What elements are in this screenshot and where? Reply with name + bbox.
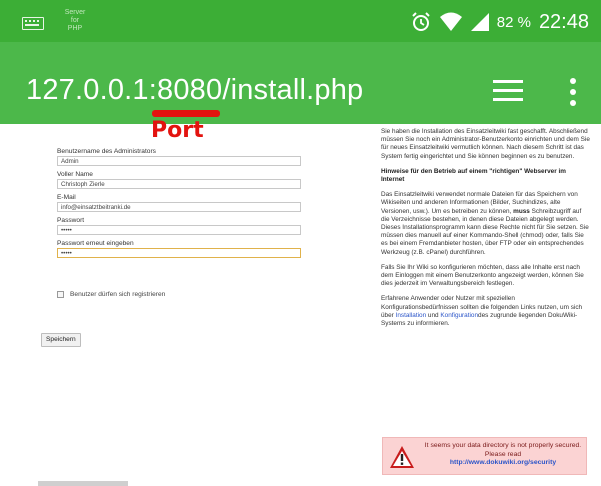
password-repeat-input[interactable]: •••••	[57, 248, 301, 258]
keyboard-icon	[22, 17, 44, 30]
port-underline-annotation	[152, 110, 220, 117]
admin-username-input[interactable]: Admin	[57, 156, 301, 166]
admin-account-form: Benutzername des Administrators Admin Vo…	[57, 148, 301, 263]
battery-percentage: 82 %	[496, 13, 531, 31]
full-name-label: Voller Name	[57, 171, 93, 178]
signal-icon	[470, 13, 489, 31]
save-button[interactable]: Speichern	[41, 333, 81, 347]
email-label: E-Mail	[57, 194, 76, 201]
permissions-paragraph: Das Einsatzleitwiki verwendet normale Da…	[381, 191, 589, 256]
allow-registration-label: Benutzer dürfen sich registrieren	[70, 291, 166, 298]
configuration-link[interactable]: Konfiguration	[440, 312, 478, 319]
webserver-heading: Hinweise für den Betrieb auf einem "rich…	[381, 167, 566, 184]
status-bar: Server for PHP 82 % 22:48	[0, 0, 601, 42]
url-field[interactable]: 127.0.0.1:8080/install.php	[26, 74, 363, 107]
security-warning-box: It seems your data directory is not prop…	[382, 437, 587, 475]
intro-text: Sie haben die Installation des Einsatzle…	[381, 128, 590, 160]
login-paragraph: Falls Sie Ihr Wiki so konfigurieren möch…	[381, 263, 584, 288]
wifi-icon	[439, 12, 462, 31]
allow-registration-checkbox[interactable]	[57, 291, 64, 298]
cut-off-content	[38, 481, 128, 486]
email-input[interactable]: info@einsatztbeitranki.de	[57, 202, 301, 212]
clock: 22:48	[538, 10, 589, 33]
advanced-paragraph: Erfahrene Anwender oder Nutzer mit spezi…	[381, 295, 583, 328]
install-info-sidebar: Sie haben die Installation des Einsatzle…	[381, 128, 590, 335]
notification-server-for-php: Server for PHP	[64, 9, 86, 32]
security-link[interactable]: http://www.dokuwiki.org/security	[423, 459, 583, 468]
overflow-menu-icon[interactable]	[570, 78, 576, 106]
warning-icon	[390, 446, 414, 468]
password-label: Passwort	[57, 217, 85, 224]
warning-text: It seems your data directory is not prop…	[424, 442, 582, 458]
port-annotation-label: Port	[151, 118, 204, 143]
full-name-input[interactable]: Christoph Zierle	[57, 179, 301, 189]
installation-link[interactable]: Installation	[396, 312, 427, 319]
hamburger-menu-icon[interactable]	[493, 80, 523, 102]
admin-username-label: Benutzername des Administrators	[57, 148, 156, 155]
password-input[interactable]: •••••	[57, 225, 301, 235]
password-repeat-label: Passwort erneut eingeben	[57, 240, 134, 247]
allow-registration-row[interactable]: Benutzer dürfen sich registrieren	[57, 291, 165, 298]
alarm-icon	[412, 12, 430, 31]
